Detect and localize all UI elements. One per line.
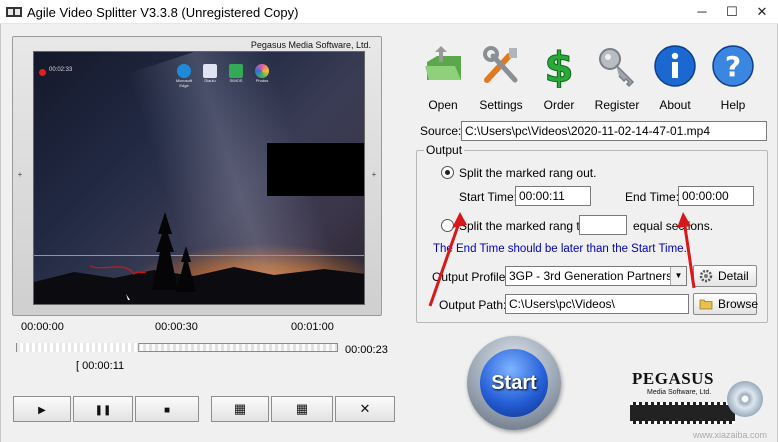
help-label: Help <box>720 98 746 112</box>
stop-icon: ■ <box>163 405 171 416</box>
recording-timer: 00:02:33 <box>49 67 73 73</box>
black-overlay-window <box>267 143 364 196</box>
detail-label: Detail <box>718 269 749 283</box>
preview-brand-text: Pegasus Media Software, Ltd. <box>250 40 371 50</box>
clear-marks-button[interactable]: ✕ <box>335 396 395 422</box>
open-button[interactable]: Open <box>417 44 469 112</box>
order-button[interactable]: $ Order <box>533 43 585 113</box>
timeline-mark-mid: 00:00:30 <box>155 321 198 333</box>
logo-name: PEGASUS <box>632 369 714 388</box>
annotation-arrows <box>428 212 696 307</box>
order-label: Order <box>543 98 575 112</box>
video-screen[interactable]: 00:02:33 Microsoft Edge Dlaulu SIMOS Pho… <box>33 51 365 305</box>
register-label: Register <box>594 98 640 112</box>
current-time: 00:00:23 <box>345 344 388 356</box>
seek-progress[interactable] <box>17 343 139 352</box>
maximize-button[interactable]: ☐ <box>717 0 747 24</box>
pause-icon: ❚❚ <box>94 405 112 416</box>
main-window: Pegasus Media Software, Ltd. + + 00:02:3… <box>0 24 778 442</box>
open-label: Open <box>428 98 458 112</box>
svg-text:$: $ <box>544 44 573 88</box>
settings-button[interactable]: Settings <box>475 44 527 112</box>
logo-subtitle: Media Software, Ltd. <box>647 389 712 396</box>
desktop-icon-photos: Photos <box>252 64 272 94</box>
desktop-icon-app: SIMOS <box>226 64 246 94</box>
close-button[interactable]: ✕ <box>747 0 777 24</box>
landscape-silhouette <box>34 212 364 304</box>
play-icon: ▶ <box>38 405 46 416</box>
right-resize-handle-icon[interactable]: + <box>370 170 378 179</box>
desktop-icon-edge: Microsoft Edge <box>174 64 194 94</box>
dollar-icon: $ <box>544 43 574 93</box>
source-label: Source: <box>420 124 462 138</box>
record-dot-icon <box>39 69 46 76</box>
disc-icon <box>727 381 763 417</box>
svg-text:?: ? <box>725 50 741 83</box>
film-strip-icon <box>630 402 735 424</box>
app-icon <box>6 7 22 17</box>
stop-button[interactable]: ■ <box>135 396 199 422</box>
watermark: www.xiazaiba.com <box>692 430 767 440</box>
tools-icon <box>483 46 518 83</box>
key-icon <box>599 48 635 88</box>
browse-label: Browse <box>718 297 759 311</box>
play-button[interactable]: ▶ <box>13 396 71 422</box>
start-label: Start <box>480 349 548 417</box>
minimize-button[interactable]: ─ <box>687 0 717 24</box>
film-mark-end-icon: ▦ <box>295 401 309 416</box>
desktop-icon-file: Dlaulu <box>200 64 220 94</box>
clear-icon: ✕ <box>359 401 371 416</box>
register-button[interactable]: Register <box>591 44 643 112</box>
seek-bar[interactable] <box>16 343 338 352</box>
pause-button[interactable]: ❚❚ <box>73 396 133 422</box>
split-marked-label: Split the marked rang out. <box>459 166 597 180</box>
help-question-icon: ? <box>712 45 754 87</box>
timeline-mark-end: 00:01:00 <box>291 321 334 333</box>
start-button[interactable]: Start <box>467 336 561 430</box>
title-bar: Agile Video Splitter V3.3.8 (Unregistere… <box>0 0 778 24</box>
left-resize-handle-icon[interactable]: + <box>16 170 24 179</box>
timeline-mark-start: 00:00:00 <box>21 321 64 333</box>
window-title: Agile Video Splitter V3.3.8 (Unregistere… <box>27 5 299 20</box>
about-button[interactable]: About <box>649 44 701 112</box>
mark-start-button[interactable]: ▦ <box>211 396 269 422</box>
settings-label: Settings <box>479 98 523 112</box>
help-button[interactable]: ? Help <box>707 44 759 112</box>
open-folder-icon <box>425 46 461 80</box>
about-label: About <box>659 98 691 112</box>
film-mark-start-icon: ▦ <box>233 401 247 416</box>
info-icon <box>654 45 696 87</box>
mark-end-button[interactable]: ▦ <box>271 396 333 422</box>
selection-start-marker: [ 00:00:11 <box>76 360 125 372</box>
video-preview-frame: Pegasus Media Software, Ltd. + + 00:02:3… <box>12 36 382 316</box>
split-marked-radio[interactable] <box>441 166 454 179</box>
output-legend: Output <box>424 143 465 157</box>
source-path-field[interactable]: C:\Users\pc\Videos\2020-11-02-14-47-01.m… <box>461 121 767 141</box>
pegasus-logo: PEGASUS Media Software, Ltd. <box>628 369 768 435</box>
